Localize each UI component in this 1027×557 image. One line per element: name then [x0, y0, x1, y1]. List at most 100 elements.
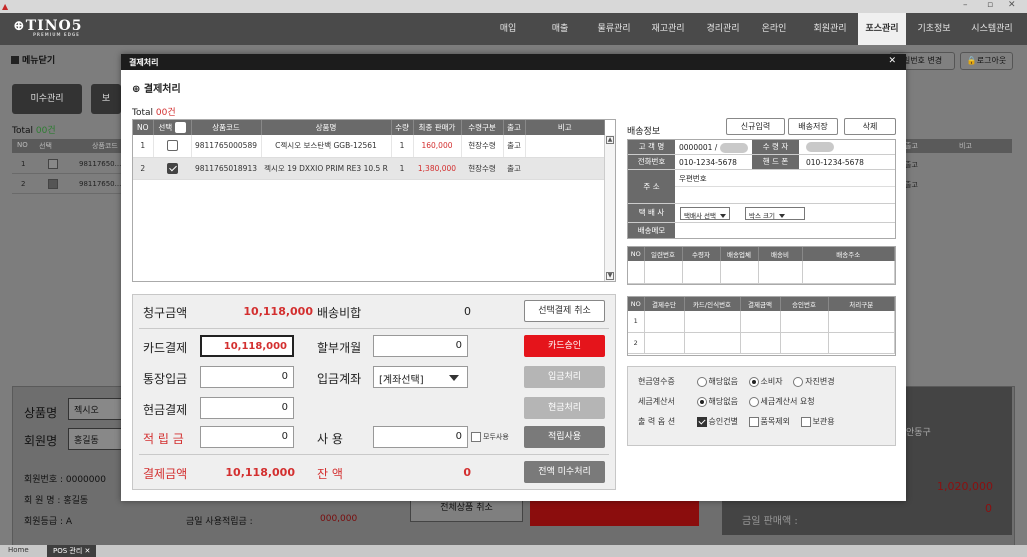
receipt-none-radio[interactable]: 해당없음: [696, 376, 738, 387]
all-unpaid-button[interactable]: 전액 미수처리: [524, 461, 605, 483]
bg-member-no: 회원번호 : 0000000: [24, 475, 106, 485]
cash-process-button[interactable]: 현금처리: [524, 397, 605, 419]
tab-pos[interactable]: POS 관리 ✕: [47, 545, 97, 557]
select-all-checkbox[interactable]: [174, 122, 186, 134]
receipt-consumer-radio[interactable]: 소비자: [748, 376, 783, 387]
logo: ⊕TINO5 PREMIUM EDGE: [13, 18, 82, 37]
deposit-process-button[interactable]: 입금처리: [524, 366, 605, 388]
bg-table-row[interactable]: 1 98117650...: [12, 156, 122, 174]
table-row[interactable]: 1 9811765000589 C젝시오 보스탄백 GGB-12561 1 16…: [133, 135, 605, 158]
logout-button[interactable]: 🔒로그아웃: [960, 52, 1013, 70]
unpaid-mgmt-button[interactable]: 미수관리: [12, 84, 82, 114]
row-name: C젝시오 보스탄백 GGB-12561: [261, 135, 392, 158]
table-row[interactable]: 2: [628, 332, 895, 354]
minimize-button[interactable]: –: [963, 0, 968, 10]
courier-select[interactable]: 택배사 선택: [680, 207, 730, 220]
bg-table-row[interactable]: 2 98117650...: [12, 176, 122, 194]
bg-product-input[interactable]: 젝시오: [68, 398, 128, 420]
receipt-self-radio[interactable]: 자진변경: [793, 376, 835, 387]
card-approve-button[interactable]: 카드승인: [524, 335, 605, 357]
receiver-value[interactable]: [806, 142, 834, 152]
close-window-button[interactable]: ✕: [1008, 0, 1016, 10]
courier-row: 택 배 사 택배사 선택 박스 크기: [628, 204, 895, 223]
options-panel: 현금영수증 해당없음 소비자 자진변경 세금계산서 해당없음 세금계산서 요청 …: [627, 366, 896, 446]
bg-member-label: 회원명: [24, 434, 58, 448]
maximize-button[interactable]: ▫: [987, 0, 993, 10]
address-label: 주 소: [628, 170, 675, 203]
use-points-input[interactable]: 0: [373, 426, 468, 448]
bg-today-points-value: 000,000: [320, 514, 358, 524]
modal-header: 결제처리 ✕: [121, 54, 906, 70]
card-label: 카드결제: [143, 341, 188, 355]
new-entry-button[interactable]: 신규입력: [726, 118, 785, 135]
scroll-up-icon[interactable]: ▲: [606, 136, 614, 144]
deposit-account-select[interactable]: [계좌선택]: [373, 366, 468, 388]
table-scrollbar[interactable]: ▲ ▼: [604, 135, 615, 281]
col-code: 상품코드: [191, 120, 262, 135]
table-row[interactable]: 1: [628, 311, 895, 333]
cancel-selected-button[interactable]: 선택결제 취소: [524, 300, 605, 322]
table-row[interactable]: [628, 261, 895, 284]
points-input[interactable]: 0: [200, 426, 294, 448]
print-row: 출 력 옵 션 승인건별 품목제외 보관용: [638, 416, 843, 427]
tab-home[interactable]: Home: [8, 546, 29, 554]
bg-row-checkbox[interactable]: [48, 179, 58, 189]
nav-accounting[interactable]: 경리관리: [699, 13, 747, 45]
print-keep-checkbox[interactable]: 보관용: [800, 416, 835, 427]
nav-purchase[interactable]: 매입: [490, 13, 526, 45]
close-tab-icon[interactable]: ✕: [85, 547, 91, 555]
row-note: [525, 135, 605, 158]
print-approval-checkbox[interactable]: 승인건별: [696, 416, 738, 427]
nav-members[interactable]: 회원관리: [805, 13, 855, 45]
bg-second-button[interactable]: 보: [91, 84, 121, 114]
nav-system[interactable]: 시스템관리: [962, 13, 1022, 45]
tax-none-radio[interactable]: 해당없음: [696, 396, 738, 407]
nav-logistics[interactable]: 물류관리: [590, 13, 638, 45]
shipping-table: NO 일련번호 수령자 배송업체 배송비 배송주소: [627, 246, 896, 285]
card-amount-input[interactable]: 10,118,000: [200, 335, 294, 357]
nav-online[interactable]: 온라인: [754, 13, 794, 45]
use-all-checkbox[interactable]: 모두사용: [471, 432, 509, 442]
cash-label: 현금결제: [143, 403, 188, 417]
modal-close-button[interactable]: ✕: [888, 56, 896, 66]
table-row[interactable]: 2 9811765018913 젝시오 19 DXXIO PRIM RE3 10…: [133, 157, 605, 180]
box-size-select[interactable]: 박스 크기: [745, 207, 805, 220]
use-points-button[interactable]: 적립사용: [524, 426, 605, 448]
lock-icon: 🔒: [966, 56, 977, 65]
row-checkbox[interactable]: [166, 162, 178, 174]
col-no: NO: [133, 120, 154, 135]
row-note: [525, 157, 605, 180]
cash-amount-input[interactable]: 0: [200, 397, 294, 419]
col-out: 출고: [503, 120, 526, 135]
bill-label: 청구금액: [143, 306, 188, 320]
col-no: NO: [628, 297, 645, 311]
row-price: 1,380,000: [413, 157, 462, 180]
col-select: 선택: [153, 120, 192, 135]
tax-request-radio[interactable]: 세금계산서 요청: [748, 396, 815, 407]
bg-member-input[interactable]: 홍길동: [68, 428, 128, 450]
nav-pos[interactable]: 포스관리: [858, 13, 906, 45]
bg-summary-amount: 1,020,000: [937, 480, 993, 493]
nav-sales[interactable]: 매출: [540, 13, 580, 45]
col-card-no: 카드/인식번호: [684, 297, 741, 311]
row-checkbox[interactable]: [166, 140, 178, 152]
bank-amount-input[interactable]: 0: [200, 366, 294, 388]
nav-basic-info[interactable]: 기초정보: [911, 13, 957, 45]
installment-input[interactable]: 0: [373, 335, 468, 357]
row-out: 출고: [503, 135, 526, 158]
phone-value[interactable]: 010-1234-5678: [679, 158, 737, 167]
delete-button[interactable]: 삭제: [844, 118, 896, 135]
chevron-down-icon: [449, 375, 459, 381]
zip-field[interactable]: 우편번호: [679, 173, 707, 184]
menu-close-button[interactable]: 메뉴닫기: [11, 53, 55, 66]
bg-out-cell: 출고: [905, 161, 918, 169]
mobile-value[interactable]: 010-1234-5678: [806, 158, 864, 167]
col-ship-address: 배송주소: [802, 247, 895, 261]
print-exclude-checkbox[interactable]: 품목제외: [748, 416, 790, 427]
scroll-down-icon[interactable]: ▼: [606, 272, 614, 280]
save-shipping-button[interactable]: 배송저장: [788, 118, 838, 135]
tax-label: 세금계산서: [638, 397, 675, 406]
bg-row-checkbox[interactable]: [48, 159, 58, 169]
nav-inventory[interactable]: 재고관리: [644, 13, 692, 45]
courier-label: 택 배 사: [628, 204, 675, 222]
